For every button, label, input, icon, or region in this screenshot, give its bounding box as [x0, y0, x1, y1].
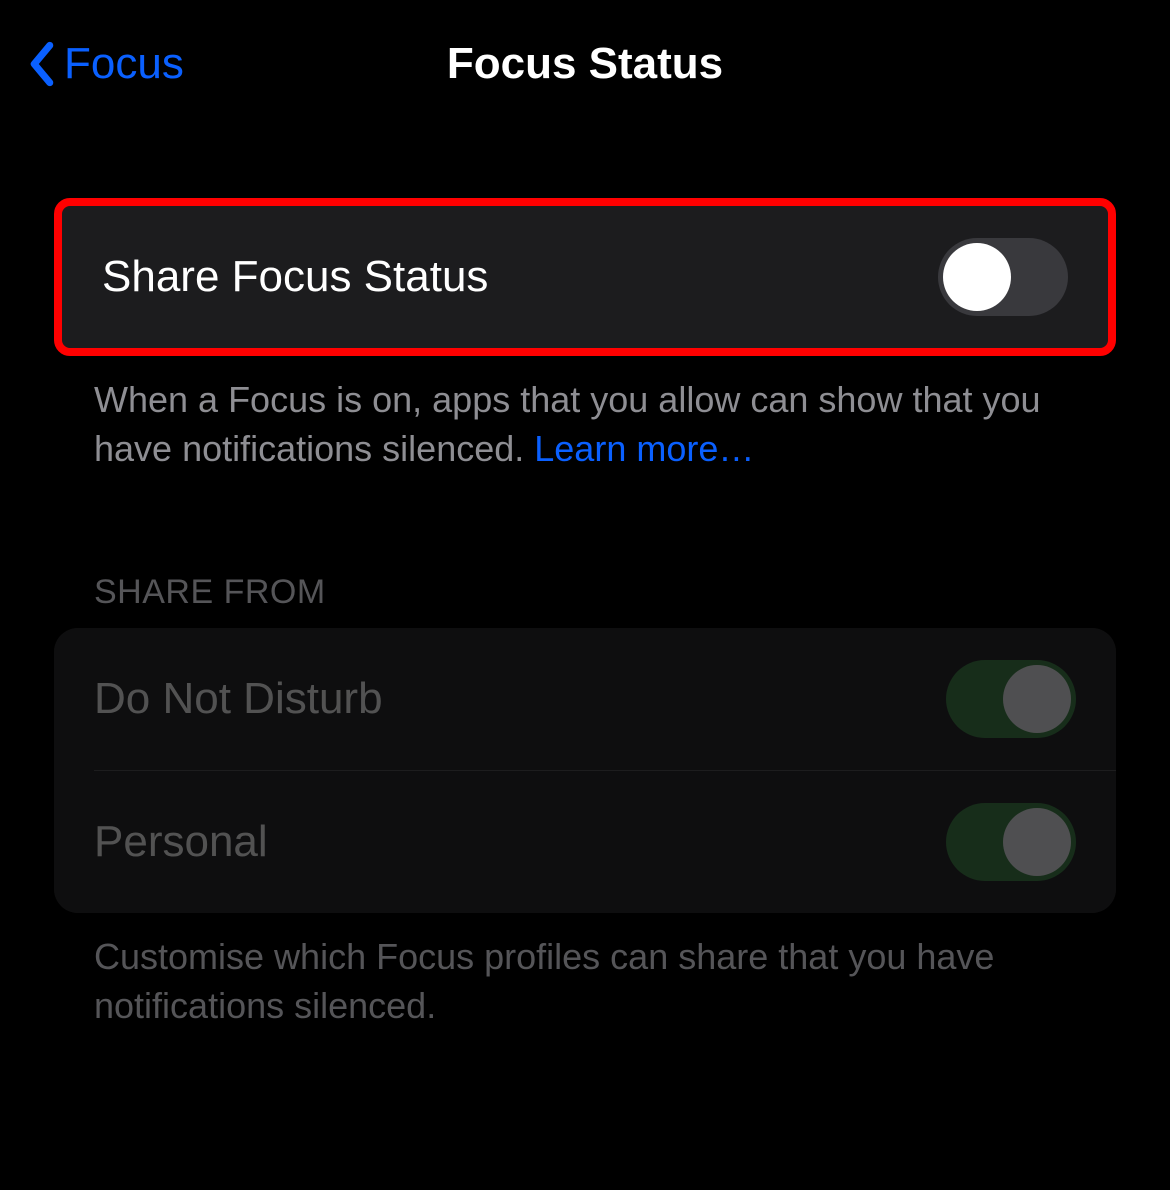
share-from-item-do-not-disturb: Do Not Disturb: [54, 628, 1116, 770]
chevron-left-icon: [28, 40, 56, 88]
toggle-knob: [1003, 665, 1071, 733]
share-focus-status-toggle[interactable]: [938, 238, 1068, 316]
share-from-item-label: Personal: [94, 817, 268, 867]
navigation-bar: Focus Focus Status: [0, 0, 1170, 128]
share-focus-status-row: Share Focus Status: [62, 206, 1108, 348]
share-focus-status-footer: When a Focus is on, apps that you allow …: [54, 356, 1116, 473]
share-from-footer: Customise which Focus profiles can share…: [54, 913, 1116, 1030]
back-label: Focus: [64, 39, 184, 89]
share-from-item-label: Do Not Disturb: [94, 674, 383, 724]
share-focus-status-group: Share Focus Status: [54, 198, 1116, 356]
share-from-header: SHARE FROM: [54, 573, 1116, 628]
learn-more-link[interactable]: Learn more…: [534, 428, 754, 469]
page-title: Focus Status: [447, 39, 723, 89]
share-focus-status-label: Share Focus Status: [102, 252, 488, 302]
share-from-group: Do Not Disturb Personal: [54, 628, 1116, 913]
content-area: Share Focus Status When a Focus is on, a…: [0, 128, 1170, 1030]
do-not-disturb-toggle[interactable]: [946, 660, 1076, 738]
share-from-item-personal: Personal: [54, 771, 1116, 913]
toggle-knob: [1003, 808, 1071, 876]
toggle-knob: [943, 243, 1011, 311]
personal-toggle[interactable]: [946, 803, 1076, 881]
back-button[interactable]: Focus: [28, 39, 184, 89]
